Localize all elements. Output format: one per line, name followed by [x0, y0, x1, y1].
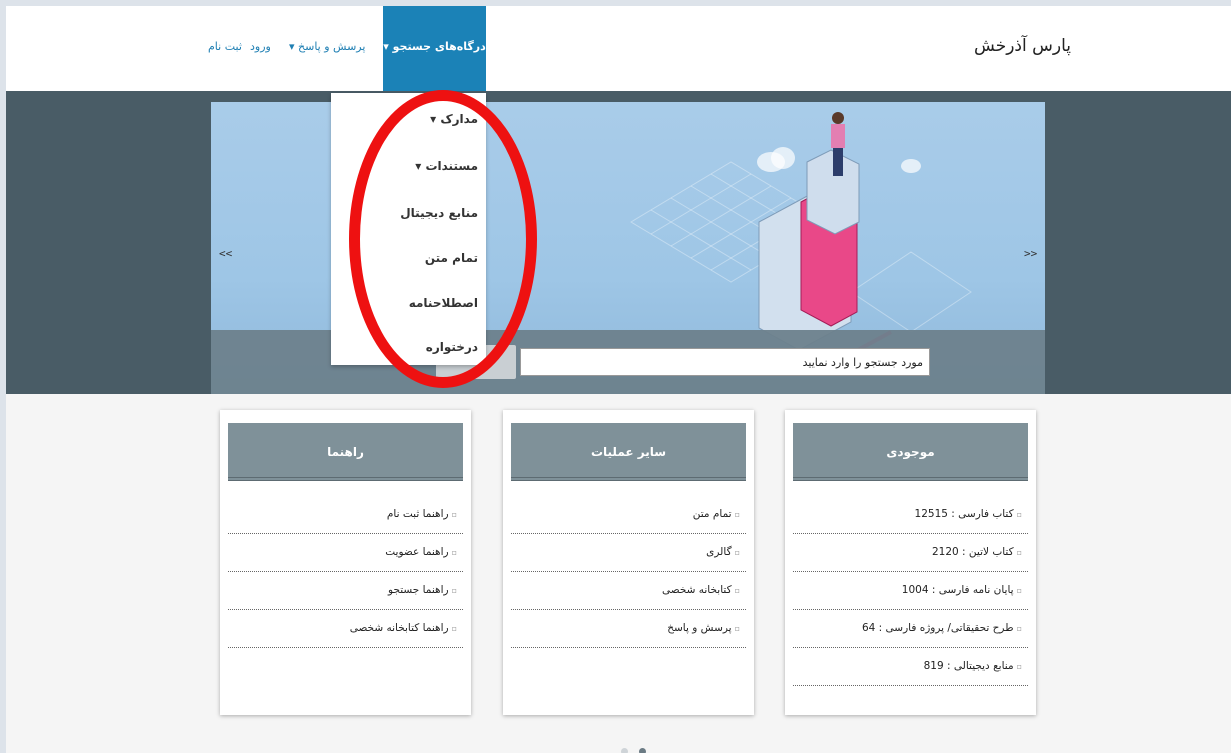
nav-login[interactable]: ورود: [250, 40, 271, 53]
guide-card-title: راهنما: [228, 423, 463, 481]
bullet-icon: ▫: [1016, 586, 1022, 595]
inventory-card: موجودی ▫کتاب فارسی : 12515 ▫کتاب لاتین :…: [785, 410, 1036, 715]
bullet-icon: ▫: [1016, 510, 1022, 519]
other-operations-list: ▫تمام متن ▫گالری ▫کتابخانه شخصی ▫پرسش و …: [511, 496, 746, 648]
list-item[interactable]: ▫طرح تحقیقاتی/ پروژه فارسی : 64: [793, 610, 1028, 648]
top-header: پارس آذرخش درگاه‌های جستجو ▾ پرسش و پاسخ…: [6, 6, 1231, 91]
bullet-icon: ▫: [451, 586, 457, 595]
other-operations-card-title: سایر عملیات: [511, 423, 746, 481]
search-input[interactable]: [520, 348, 930, 376]
bullet-icon: ▫: [1016, 548, 1022, 557]
carousel-dots: [618, 740, 649, 753]
carousel-dot[interactable]: [621, 748, 628, 753]
list-item[interactable]: ▫تمام متن: [511, 496, 746, 534]
list-item[interactable]: ▫گالری: [511, 534, 746, 572]
site-brand[interactable]: پارس آذرخش: [974, 36, 1071, 56]
carousel-dot-active[interactable]: [639, 748, 647, 753]
dropdown-item-records[interactable]: مستندات ▾: [415, 159, 478, 173]
nav-register[interactable]: ثبت نام: [208, 40, 242, 53]
nav-qa[interactable]: پرسش و پاسخ ▾: [289, 40, 365, 53]
hero-section: << >> <: [6, 91, 1231, 394]
bullet-icon: ▫: [451, 510, 457, 519]
dropdown-item-full-text[interactable]: تمام متن: [425, 251, 478, 265]
list-item[interactable]: ▫راهنما ثبت نام: [228, 496, 463, 534]
bullet-icon: ▫: [1016, 662, 1022, 671]
bullet-icon: ▫: [451, 624, 457, 633]
nav-search-portals[interactable]: درگاه‌های جستجو ▾: [383, 6, 486, 91]
bullet-icon: ▫: [734, 624, 740, 633]
list-item[interactable]: ▫پرسش و پاسخ: [511, 610, 746, 648]
dropdown-item-tree[interactable]: درختواره: [426, 340, 478, 354]
inventory-card-title: موجودی: [793, 423, 1028, 481]
page: پارس آذرخش درگاه‌های جستجو ▾ پرسش و پاسخ…: [6, 6, 1231, 753]
inventory-list: ▫کتاب فارسی : 12515 ▫کتاب لاتین : 2120 ▫…: [793, 496, 1028, 686]
bullet-icon: ▫: [734, 548, 740, 557]
list-item[interactable]: ▫کتابخانه شخصی: [511, 572, 746, 610]
other-operations-card: سایر عملیات ▫تمام متن ▫گالری ▫کتابخانه ش…: [503, 410, 754, 715]
bullet-icon: ▫: [451, 548, 457, 557]
dropdown-item-thesaurus[interactable]: اصطلاحنامه: [409, 296, 478, 310]
list-item[interactable]: ▫راهنما عضویت: [228, 534, 463, 572]
list-item[interactable]: ▫راهنما کتابخانه شخصی: [228, 610, 463, 648]
slide-next-arrow[interactable]: >>: [1024, 247, 1037, 260]
dropdown-item-digital-resources[interactable]: منابع دیجیتال: [400, 206, 478, 220]
list-item[interactable]: ▫کتاب فارسی : 12515: [793, 496, 1028, 534]
guide-list: ▫راهنما ثبت نام ▫راهنما عضویت ▫راهنما جس…: [228, 496, 463, 648]
list-item[interactable]: ▫منابع دیجیتالی : 819: [793, 648, 1028, 686]
bullet-icon: ▫: [734, 586, 740, 595]
search-portals-dropdown: مدارک ▾ مستندات ▾ منابع دیجیتال تمام متن…: [331, 93, 486, 365]
list-item[interactable]: ▫پایان نامه فارسی : 1004: [793, 572, 1028, 610]
list-item[interactable]: ▫راهنما جستجو: [228, 572, 463, 610]
bullet-icon: ▫: [734, 510, 740, 519]
slide-prev-arrow[interactable]: <<: [219, 247, 232, 260]
guide-card: راهنما ▫راهنما ثبت نام ▫راهنما عضویت ▫را…: [220, 410, 471, 715]
dropdown-item-documents[interactable]: مدارک ▾: [430, 112, 478, 126]
bullet-icon: ▫: [1016, 624, 1022, 633]
list-item[interactable]: ▫کتاب لاتین : 2120: [793, 534, 1028, 572]
